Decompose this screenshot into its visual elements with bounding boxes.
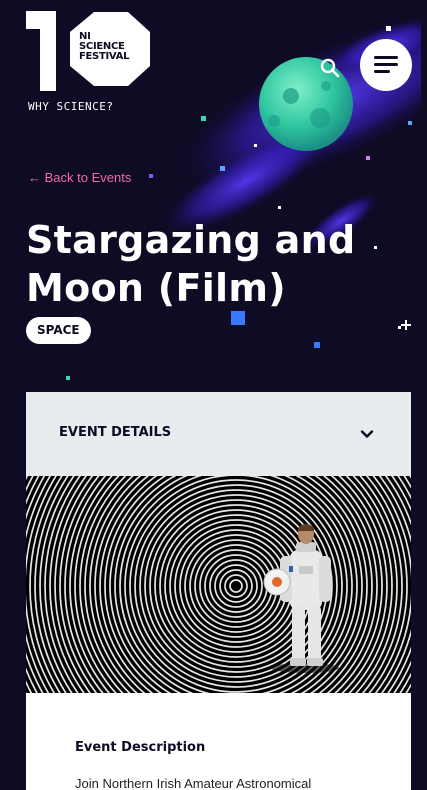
event-details-label: EVENT DETAILS <box>59 425 172 440</box>
event-title: Stargazing and Moon (Film) <box>26 218 356 310</box>
menu-button[interactable] <box>360 39 412 91</box>
back-to-events-link[interactable]: ← Back to Events <box>28 170 131 185</box>
event-description-card: Event Description Join Northern Irish Am… <box>26 693 411 790</box>
logo-line-festival: FESTIVAL <box>79 51 130 62</box>
site-header: NI SCIENCE FESTIVAL WHY SCIENCE? <box>6 6 421 136</box>
festival-logo-numeral[interactable] <box>26 11 66 91</box>
page-frame: NI SCIENCE FESTIVAL WHY SCIENCE? ← Back … <box>6 6 421 790</box>
search-button[interactable] <box>318 56 342 80</box>
event-details-toggle[interactable]: EVENT DETAILS <box>26 392 411 476</box>
why-science-link[interactable]: WHY SCIENCE? <box>28 100 113 113</box>
chevron-down-icon <box>360 430 374 438</box>
event-poster-image <box>26 476 411 693</box>
event-description-title: Event Description <box>75 740 206 755</box>
search-icon <box>320 58 340 78</box>
event-category-tag[interactable]: SPACE <box>26 317 91 344</box>
event-description-text: Join Northern Irish Amateur Astronomical <box>75 776 312 790</box>
festival-logo-text[interactable]: NI SCIENCE FESTIVAL <box>79 32 149 62</box>
